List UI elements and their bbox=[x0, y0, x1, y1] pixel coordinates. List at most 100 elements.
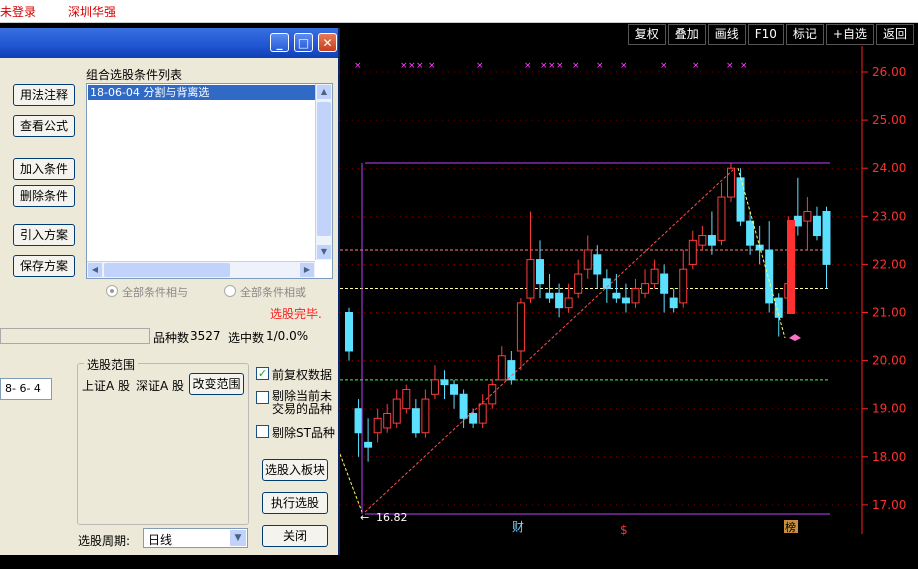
period-label: 选股周期: bbox=[78, 534, 131, 548]
candle bbox=[631, 287, 640, 304]
candlestick-chart[interactable]: 26.00 25.00 24.00 23.00 22.00 21.00 20.00 19.00… bbox=[340, 24, 918, 569]
price-tick-label: 24.00 bbox=[872, 161, 906, 175]
horizontal-scrollbar[interactable]: ◀ ▶ bbox=[87, 261, 315, 278]
vertical-scrollbar[interactable]: ▲ ▼ bbox=[315, 84, 332, 260]
candle bbox=[364, 441, 373, 448]
delete-condition-button[interactable]: 删除条件 bbox=[13, 185, 75, 207]
save-scheme-button[interactable]: 保存方案 bbox=[13, 255, 75, 277]
candle bbox=[536, 259, 544, 285]
signal-marker: × bbox=[524, 61, 532, 71]
close-button[interactable]: 关闭 bbox=[262, 525, 328, 547]
checkbox-exclude-st[interactable] bbox=[256, 425, 269, 438]
scroll-down-icon[interactable]: ▼ bbox=[317, 245, 331, 259]
signal-marker: × bbox=[740, 61, 748, 71]
candle bbox=[373, 417, 382, 434]
condition-list[interactable]: 18-06-04 分割与背离选 ▲ ▼ ◀ ▶ bbox=[86, 83, 333, 279]
scroll-left-icon[interactable]: ◀ bbox=[88, 263, 102, 277]
candle bbox=[478, 403, 487, 424]
candle bbox=[574, 273, 583, 294]
candle bbox=[450, 384, 459, 395]
candle bbox=[507, 360, 516, 381]
close-window-button[interactable]: ✕ bbox=[318, 33, 337, 52]
exclude-untraded-label: 剔除当前未交易的品种 bbox=[272, 389, 333, 416]
usage-notes-button[interactable]: 用法注释 bbox=[13, 84, 75, 106]
scroll-up-icon[interactable]: ▲ bbox=[317, 85, 331, 99]
chevron-down-icon[interactable]: ▼ bbox=[230, 530, 246, 546]
range-shanghai-a: 上证A 股 bbox=[82, 379, 131, 393]
price-tick-label: 26.00 bbox=[872, 65, 906, 79]
low-price-label: 16.82 bbox=[376, 511, 408, 524]
view-formula-button[interactable]: 查看公式 bbox=[13, 115, 75, 137]
marker-rank: 榜 bbox=[785, 520, 796, 534]
scroll-thumb[interactable] bbox=[317, 102, 331, 236]
candle bbox=[621, 297, 630, 304]
candle bbox=[812, 215, 821, 237]
add-to-block-button[interactable]: 选股入板块 bbox=[262, 459, 328, 481]
exclude-st-label: 剔除ST品种 bbox=[272, 426, 335, 440]
candle bbox=[641, 283, 650, 294]
dialog-titlebar[interactable]: _ □ ✕ bbox=[0, 28, 338, 58]
candle bbox=[707, 235, 716, 246]
minimize-button[interactable]: _ bbox=[270, 33, 289, 52]
candle bbox=[583, 249, 592, 270]
candle bbox=[727, 167, 735, 198]
range-group-title: 选股范围 bbox=[84, 356, 139, 373]
period-select[interactable]: 日线 ▼ bbox=[143, 528, 248, 548]
date-field[interactable]: 8- 6- 4 bbox=[0, 378, 52, 400]
change-range-button[interactable]: 改变范围 bbox=[189, 373, 244, 395]
radio-all-and[interactable] bbox=[106, 285, 118, 297]
candle bbox=[526, 259, 535, 299]
candle bbox=[669, 297, 678, 309]
candle bbox=[803, 210, 812, 222]
candle bbox=[440, 379, 449, 386]
candle bbox=[564, 297, 573, 309]
checkbox-forward-adjusted[interactable]: ✓ bbox=[256, 367, 269, 380]
scroll-right-icon[interactable]: ▶ bbox=[300, 263, 314, 277]
add-condition-button[interactable]: 加入条件 bbox=[13, 158, 75, 180]
stock-count-label: 品种数 bbox=[153, 331, 190, 345]
marker-dollar: $ bbox=[620, 523, 628, 537]
condition-list-title: 组合选股条件列表 bbox=[86, 68, 183, 82]
signal-marker: × bbox=[400, 61, 408, 71]
candle bbox=[402, 388, 411, 410]
price-tick-label: 23.00 bbox=[872, 209, 906, 223]
signal-marker: × bbox=[726, 61, 734, 71]
stock-count-value: 3527 bbox=[190, 329, 221, 343]
candle bbox=[660, 273, 669, 294]
radio-all-or-label: 全部条件相或 bbox=[240, 286, 306, 299]
candle bbox=[746, 220, 755, 246]
stock-screening-dialog: _ □ ✕ 用法注释 查看公式 加入条件 删除条件 引入方案 保存方案 组合选股… bbox=[0, 28, 340, 555]
candle bbox=[383, 413, 392, 429]
candle bbox=[411, 408, 420, 434]
range-shenzhen-a: 深证A 股 bbox=[136, 379, 185, 393]
radio-all-or[interactable] bbox=[224, 285, 236, 297]
signal-marker: × bbox=[476, 61, 484, 71]
signal-marker: × bbox=[540, 61, 548, 71]
signal-marker: × bbox=[416, 61, 424, 71]
candle bbox=[688, 239, 697, 265]
price-tick-label: 22.00 bbox=[872, 257, 906, 271]
price-tick-label: 17.00 bbox=[872, 498, 906, 512]
candle bbox=[765, 249, 774, 304]
signal-marker: × bbox=[572, 61, 580, 71]
checkbox-exclude-untraded[interactable] bbox=[256, 391, 269, 404]
import-scheme-button[interactable]: 引入方案 bbox=[13, 224, 75, 246]
candle bbox=[488, 384, 497, 405]
broker-name[interactable]: 深圳华强 bbox=[68, 3, 116, 20]
selected-count-value: 1/0.0% bbox=[266, 329, 309, 343]
signal-marker: × bbox=[556, 61, 564, 71]
price-tick-label: 18.00 bbox=[872, 450, 906, 464]
candle bbox=[430, 379, 439, 395]
hscroll-thumb[interactable] bbox=[104, 263, 230, 277]
execute-screening-button[interactable]: 执行选股 bbox=[262, 492, 328, 514]
candle bbox=[345, 312, 353, 352]
candle bbox=[555, 292, 564, 309]
candle bbox=[717, 196, 726, 241]
maximize-button[interactable]: □ bbox=[294, 33, 313, 52]
price-tick-label: 20.00 bbox=[872, 354, 906, 368]
list-item[interactable]: 18-06-04 分割与背离选 bbox=[88, 85, 316, 100]
progress-bar bbox=[0, 328, 150, 344]
period-value: 日线 bbox=[148, 533, 173, 547]
price-tick-label: 19.00 bbox=[872, 402, 906, 416]
candle bbox=[650, 268, 659, 285]
